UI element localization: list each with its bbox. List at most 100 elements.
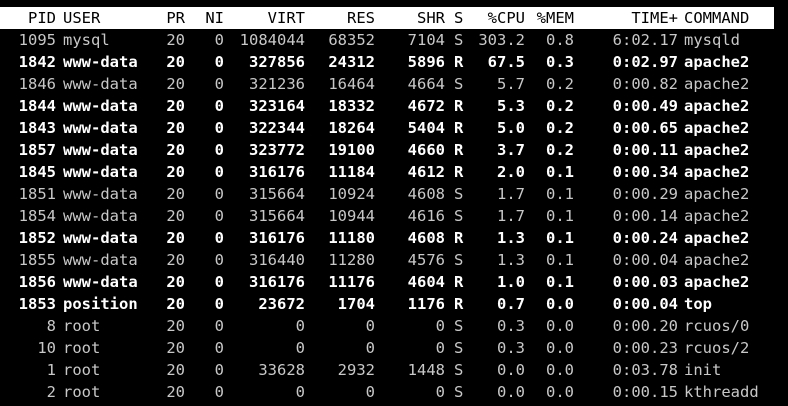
process-row: 1854 www-data 20 0 315664 10944 4616 S 1.7 0.1 0:0…: [0, 205, 788, 227]
command-cell: apache2: [684, 119, 750, 137]
res-cell: 0: [365, 383, 375, 401]
state-cell: S: [454, 361, 464, 379]
user-cell: www-data: [63, 53, 138, 71]
command-cell: rcuos/0: [684, 317, 750, 335]
user-cell: root: [63, 339, 101, 357]
res-cell: 16464: [328, 75, 375, 93]
priority-cell: 20: [166, 75, 185, 93]
nice-cell: 0: [214, 273, 224, 291]
process-row: 1846 www-data 20 0 321236 16464 4664 S 5.7 0.2 0:0…: [0, 73, 788, 95]
column-header-user: USER: [63, 9, 101, 27]
state-cell: S: [454, 185, 464, 203]
mem-cell: 0.0: [546, 295, 574, 313]
time-cell: 0:00.24: [612, 229, 678, 247]
time-cell: 0:00.11: [612, 141, 678, 159]
shr-cell: 4612: [407, 163, 445, 181]
user-cell: www-data: [63, 251, 138, 269]
mem-cell: 0.2: [546, 119, 574, 137]
command-cell: apache2: [684, 53, 750, 71]
command-cell: init: [684, 361, 722, 379]
nice-cell: 0: [214, 141, 224, 159]
nice-cell: 0: [214, 383, 224, 401]
nice-cell: 0: [214, 207, 224, 225]
column-header-cpu: %CPU: [487, 9, 525, 27]
priority-cell: 20: [166, 53, 185, 71]
column-header-pr: PR: [166, 9, 185, 27]
virt-cell: 1084044: [239, 31, 305, 49]
user-cell: www-data: [63, 163, 138, 181]
pid-cell: 1854: [18, 207, 56, 225]
command-cell: top: [684, 295, 712, 313]
process-row: 1853 position 20 0 23672 1704 1176 R 0.7 0.0 0:00.…: [0, 293, 788, 315]
res-cell: 11180: [328, 229, 375, 247]
cpu-cell: 0.3: [497, 339, 525, 357]
shr-cell: 4576: [407, 251, 445, 269]
pid-cell: 2: [46, 383, 56, 401]
mem-cell: 0.2: [546, 75, 574, 93]
process-row: 1095 mysql 20 0 1084044 68352 7104 S 303.2 0.8 6:0…: [0, 29, 788, 51]
state-cell: R: [454, 229, 464, 247]
process-row: 1855 www-data 20 0 316440 11280 4576 S 1.3 0.1 0:0…: [0, 249, 788, 271]
nice-cell: 0: [214, 361, 224, 379]
virt-cell: 316176: [249, 229, 305, 247]
command-cell: apache2: [684, 75, 750, 93]
cpu-cell: 0.3: [497, 317, 525, 335]
user-cell: www-data: [63, 229, 138, 247]
priority-cell: 20: [166, 163, 185, 181]
column-header-virt: VIRT: [267, 9, 305, 27]
nice-cell: 0: [214, 229, 224, 247]
mem-cell: 0.1: [546, 163, 574, 181]
pid-cell: 8: [46, 317, 56, 335]
time-cell: 0:03.78: [612, 361, 678, 379]
virt-cell: 0: [295, 339, 305, 357]
command-cell: apache2: [684, 97, 750, 115]
priority-cell: 20: [166, 361, 185, 379]
mem-cell: 0.2: [546, 97, 574, 115]
time-cell: 0:00.49: [612, 97, 678, 115]
nice-cell: 0: [214, 339, 224, 357]
command-cell: apache2: [684, 163, 750, 181]
shr-cell: 4616: [407, 207, 445, 225]
virt-cell: 315664: [249, 185, 305, 203]
command-cell: apache2: [684, 229, 750, 247]
nice-cell: 0: [214, 295, 224, 313]
cpu-cell: 1.3: [497, 229, 525, 247]
cpu-cell: 303.2: [478, 31, 525, 49]
pid-cell: 1845: [18, 163, 56, 181]
res-cell: 19100: [328, 141, 375, 159]
cpu-cell: 5.7: [497, 75, 525, 93]
priority-cell: 20: [166, 339, 185, 357]
command-cell: mysqld: [684, 31, 740, 49]
priority-cell: 20: [166, 295, 185, 313]
process-row: 1845 www-data 20 0 316176 11184 4612 R 2.0 0.1 0:0…: [0, 161, 788, 183]
state-cell: R: [454, 141, 464, 159]
nice-cell: 0: [214, 317, 224, 335]
time-cell: 0:00.04: [612, 295, 678, 313]
shr-cell: 4664: [407, 75, 445, 93]
state-cell: R: [454, 53, 464, 71]
column-header-pid: PID: [28, 9, 56, 27]
cpu-cell: 3.7: [497, 141, 525, 159]
res-cell: 0: [365, 339, 375, 357]
priority-cell: 20: [166, 119, 185, 137]
res-cell: 11184: [328, 163, 375, 181]
command-cell: rcuos/2: [684, 339, 750, 357]
state-cell: R: [454, 119, 464, 137]
res-cell: 0: [365, 317, 375, 335]
column-header-ni: NI: [205, 9, 224, 27]
state-cell: S: [454, 207, 464, 225]
res-cell: 11280: [328, 251, 375, 269]
pid-cell: 1846: [18, 75, 56, 93]
virt-cell: 323164: [249, 97, 305, 115]
res-cell: 10924: [328, 185, 375, 203]
cpu-cell: 1.7: [497, 207, 525, 225]
pid-cell: 1855: [18, 251, 56, 269]
mem-cell: 0.3: [546, 53, 574, 71]
mem-cell: 0.0: [546, 339, 574, 357]
virt-cell: 321236: [249, 75, 305, 93]
time-cell: 0:00.20: [612, 317, 678, 335]
time-cell: 0:00.23: [612, 339, 678, 357]
state-cell: R: [454, 273, 464, 291]
time-cell: 0:00.34: [612, 163, 678, 181]
priority-cell: 20: [166, 273, 185, 291]
